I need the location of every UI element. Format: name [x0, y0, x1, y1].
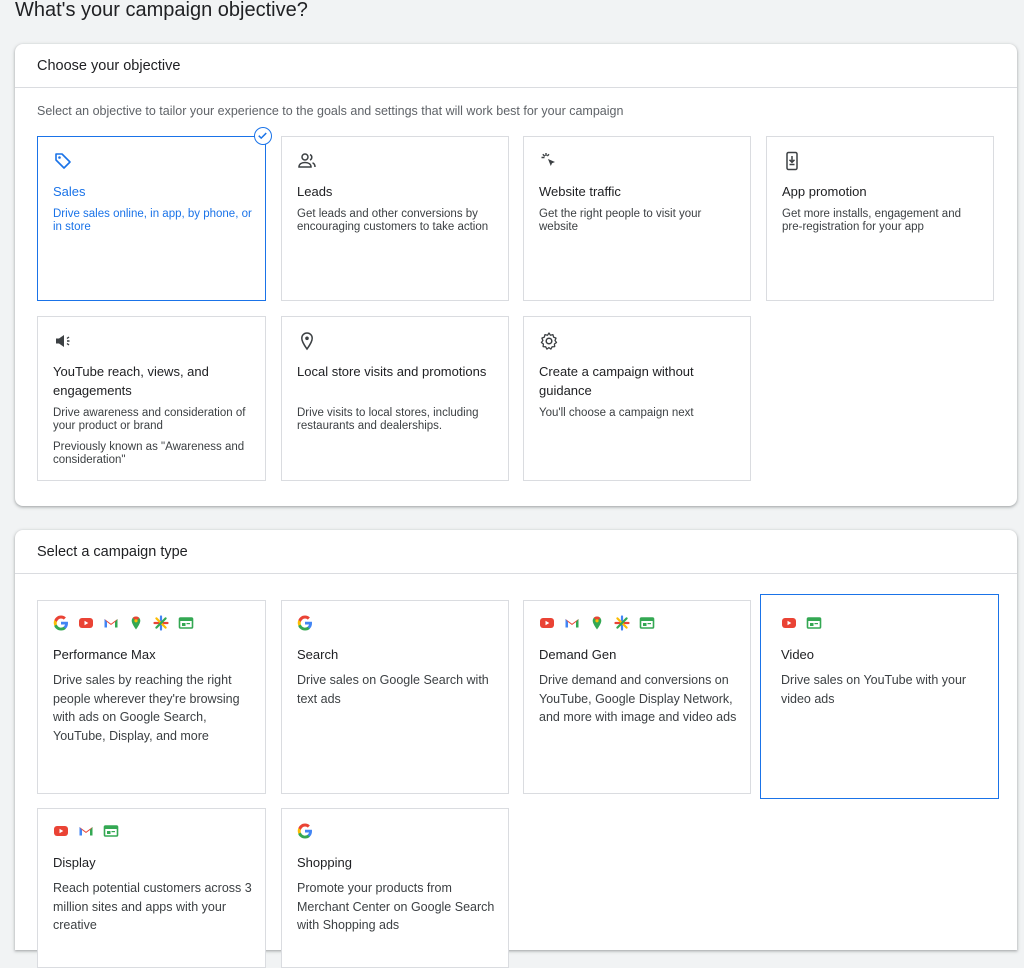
objective-card-no-guidance[interactable]: Create a campaign without guidance You'l… — [523, 316, 751, 481]
youtube-icon — [53, 823, 69, 839]
objective-card-desc: You'll choose a campaign next — [539, 407, 694, 419]
display-icon — [103, 823, 119, 839]
youtube-icon — [78, 615, 94, 631]
maps-icon — [589, 615, 605, 631]
campaign-type-title: Performance Max — [53, 647, 156, 662]
selected-check-icon — [254, 127, 272, 145]
discover-icon — [153, 615, 169, 631]
objective-card-title: Create a campaign without guidance — [539, 364, 694, 398]
discover-icon — [614, 615, 630, 631]
tag-icon — [55, 153, 71, 169]
campaign-type-card-display[interactable]: Display Reach potential customers across… — [37, 808, 266, 968]
campaign-type-card-shopping[interactable]: Shopping Promote your products from Merc… — [281, 808, 509, 968]
phone-download-icon — [786, 151, 798, 171]
objective-card-desc: Drive visits to local stores, including … — [297, 407, 479, 432]
objective-card-title: YouTube reach, views, and engagements — [53, 364, 209, 398]
objective-card-youtube-reach[interactable]: YouTube reach, views, and engagements Dr… — [37, 316, 266, 481]
display-icon — [639, 615, 655, 631]
youtube-icon — [539, 615, 555, 631]
objective-card-title: Sales — [53, 184, 86, 199]
campaign-type-card-search[interactable]: Search Drive sales on Google Search with… — [281, 600, 509, 794]
objective-card-app-promotion[interactable]: App promotion Get more installs, engagem… — [766, 136, 994, 301]
objective-card-desc: Drive awareness and consideration of you… — [53, 407, 246, 432]
objective-card-title: App promotion — [782, 184, 867, 199]
gmail-icon — [103, 615, 119, 631]
display-icon — [178, 615, 194, 631]
objective-card-sales[interactable]: Sales Drive sales online, in app, by pho… — [37, 136, 266, 301]
campaign-type-desc: Drive demand and conversions on YouTube,… — [539, 673, 737, 724]
objective-card-leads[interactable]: Leads Get leads and other conversions by… — [281, 136, 509, 301]
objective-card-desc: Get leads and other conversions by encou… — [297, 208, 489, 233]
campaign-type-card-video[interactable]: Video Drive sales on YouTube with your v… — [760, 594, 999, 799]
location-pin-icon — [301, 332, 313, 351]
campaign-type-card-performance-max[interactable]: Performance Max Drive sales by reaching … — [37, 600, 266, 794]
campaign-type-desc: Drive sales on Google Search with text a… — [297, 673, 489, 706]
campaign-type-desc: Drive sales on YouTube with your video a… — [781, 673, 967, 706]
youtube-icon — [781, 615, 797, 631]
objective-card-desc: Get more installs, engagement and pre-re… — [782, 208, 961, 233]
objective-panel: Choose your objective Select an objectiv… — [15, 44, 1017, 506]
campaign-type-title: Video — [781, 647, 815, 662]
objective-card-local-store[interactable]: Local store visits and promotions Drive … — [281, 316, 509, 481]
campaign-type-title: Display — [53, 855, 96, 870]
gmail-icon — [78, 823, 94, 839]
campaign-type-panel: Select a campaign type Performance Max D… — [15, 530, 1017, 968]
megaphone-icon — [56, 335, 70, 347]
maps-icon — [128, 615, 144, 631]
campaign-type-title: Shopping — [297, 855, 352, 870]
cursor-click-icon — [541, 153, 555, 166]
campaign-type-panel-header: Select a campaign type — [15, 530, 1017, 574]
campaign-type-title: Demand Gen — [539, 647, 617, 662]
campaign-type-title: Search — [297, 647, 339, 662]
objective-card-desc: Drive sales online, in app, by phone, or… — [53, 208, 252, 233]
gmail-icon — [564, 615, 580, 631]
google-icon — [297, 823, 313, 839]
objective-panel-header: Choose your objective — [15, 44, 1017, 88]
google-icon — [53, 615, 69, 631]
objective-panel-description: Select an objective to tailor your exper… — [37, 104, 624, 118]
gear-icon — [540, 332, 558, 350]
objective-card-note: Previously known as "Awareness and consi… — [53, 441, 245, 466]
people-icon — [298, 153, 316, 168]
campaign-type-card-demand-gen[interactable]: Demand Gen Drive demand and conversions … — [523, 600, 751, 794]
display-icon — [806, 615, 822, 631]
campaign-type-desc: Promote your products from Merchant Cent… — [297, 881, 495, 932]
page-title: What's your campaign objective? — [15, 0, 308, 21]
objective-card-title: Leads — [297, 184, 333, 199]
objective-card-website-traffic[interactable]: Website traffic Get the right people to … — [523, 136, 751, 301]
google-icon — [297, 615, 313, 631]
campaign-type-desc: Drive sales by reaching the right people… — [53, 673, 240, 743]
objective-card-title: Website traffic — [539, 184, 621, 199]
objective-card-title: Local store visits and promotions — [297, 364, 487, 379]
campaign-type-desc: Reach potential customers across 3 milli… — [53, 881, 252, 932]
objective-card-desc: Get the right people to visit your websi… — [539, 208, 702, 233]
